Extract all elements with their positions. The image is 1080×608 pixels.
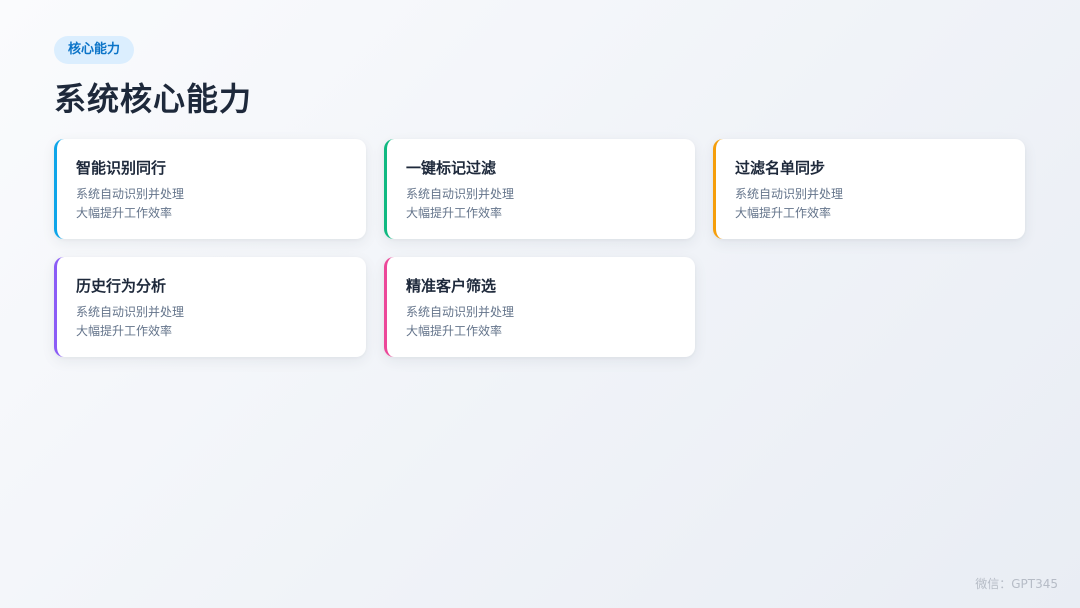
card-description-line: 大幅提升工作效率 [735, 206, 832, 220]
capability-card: 智能识别同行 系统自动识别并处理 大幅提升工作效率 [54, 139, 366, 239]
capability-grid: 智能识别同行 系统自动识别并处理 大幅提升工作效率 一键标记过滤 系统自动识别并… [54, 139, 1026, 357]
section-badge: 核心能力 [54, 36, 135, 64]
card-title: 智能识别同行 [76, 159, 167, 177]
card-description-line: 大幅提升工作效率 [406, 206, 503, 220]
card-description-line: 系统自动识别并处理 [406, 187, 515, 201]
card-description-line: 大幅提升工作效率 [406, 324, 503, 338]
card-description-line: 大幅提升工作效率 [76, 324, 173, 338]
card-description-line: 系统自动识别并处理 [76, 305, 185, 319]
card-title: 一键标记过滤 [406, 159, 497, 177]
capability-card: 过滤名单同步 系统自动识别并处理 大幅提升工作效率 [713, 139, 1025, 239]
card-description-line: 系统自动识别并处理 [76, 187, 185, 201]
card-title: 过滤名单同步 [735, 159, 826, 177]
card-title: 历史行为分析 [76, 277, 167, 295]
card-title: 精准客户筛选 [406, 277, 497, 295]
capability-card: 精准客户筛选 系统自动识别并处理 大幅提升工作效率 [384, 257, 695, 357]
capability-card: 一键标记过滤 系统自动识别并处理 大幅提升工作效率 [384, 139, 695, 239]
watermark: 微信：GPT345 [975, 577, 1058, 591]
card-description-line: 系统自动识别并处理 [406, 305, 515, 319]
card-description-line: 系统自动识别并处理 [735, 187, 844, 201]
capability-card: 历史行为分析 系统自动识别并处理 大幅提升工作效率 [54, 257, 366, 357]
page-title: 系统核心能力 [54, 80, 253, 118]
card-description-line: 大幅提升工作效率 [76, 206, 173, 220]
